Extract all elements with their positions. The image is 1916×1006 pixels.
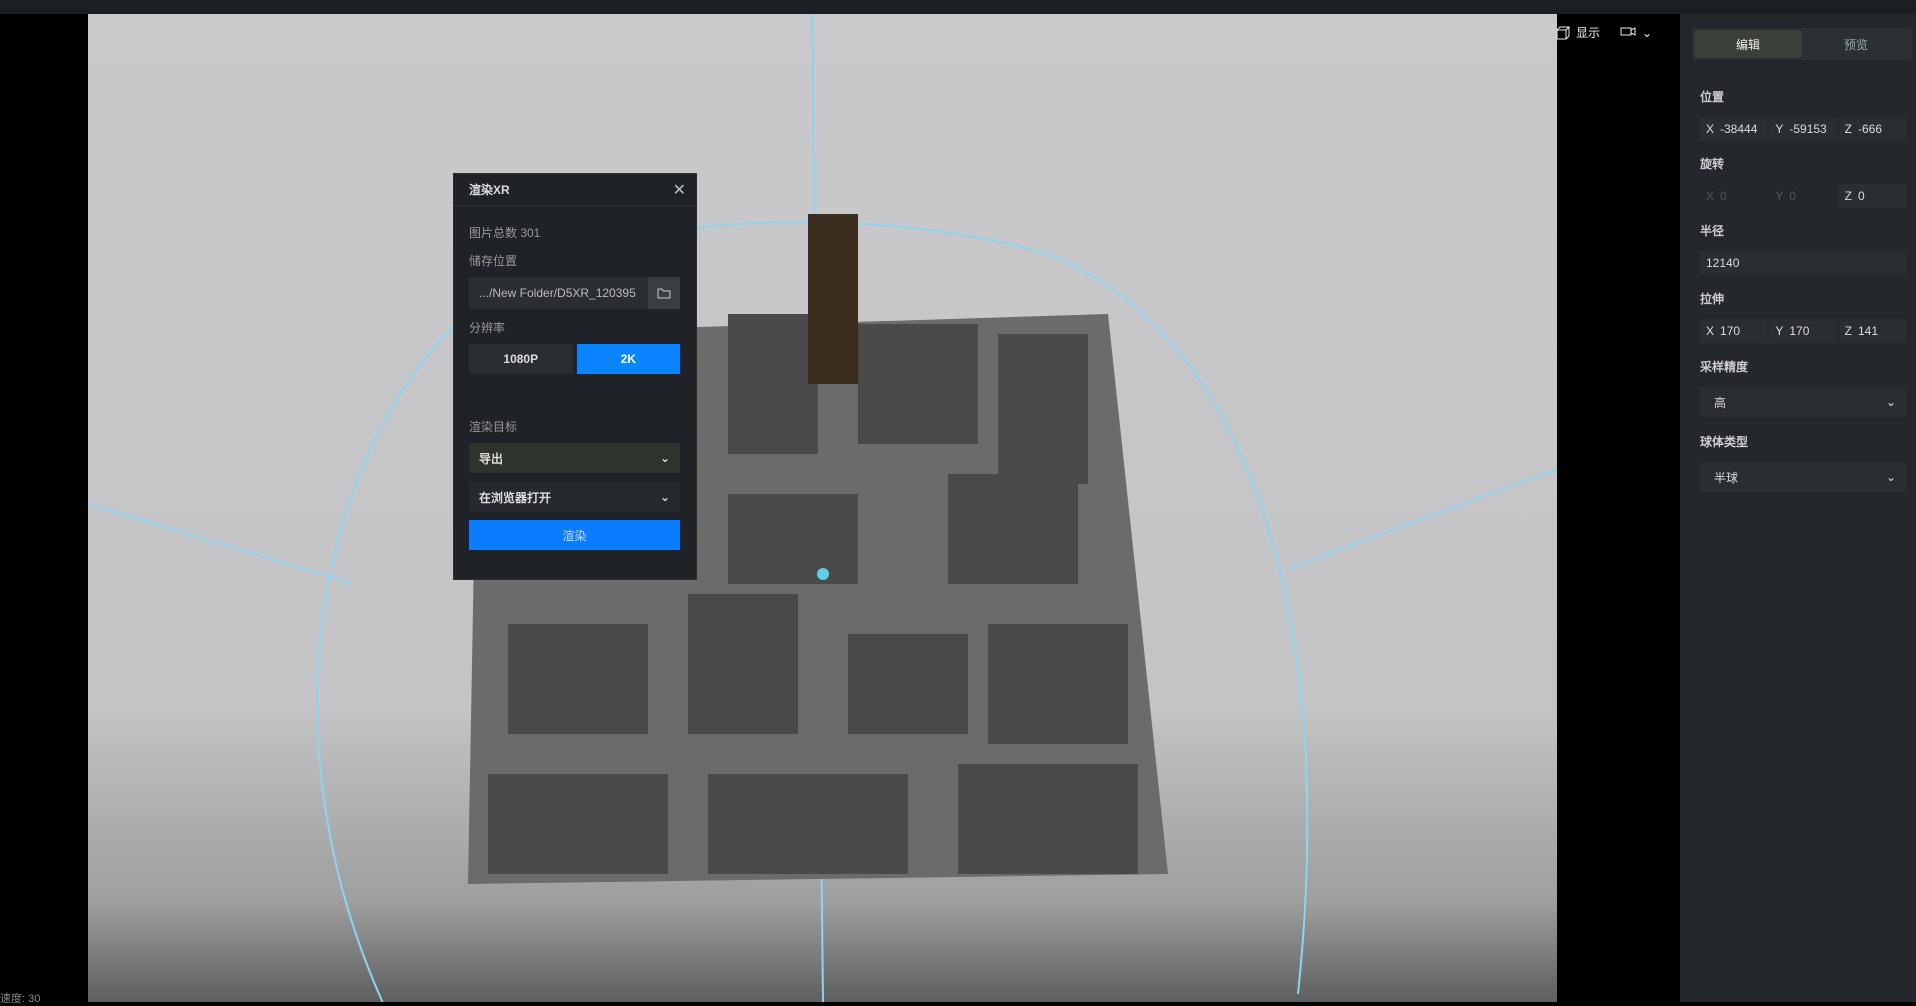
cube-icon [1556,26,1570,39]
stretch-y: 170 [1789,324,1810,338]
position-x-input[interactable]: X -38444 [1700,117,1768,141]
stretch-z: 141 [1858,324,1879,338]
axis-label: Y [1775,189,1784,203]
rotation-y: 0 [1789,189,1797,203]
stretch-x-input[interactable]: X 170 [1700,319,1768,343]
chevron-down-icon: ⌄ [1885,470,1896,484]
tab-edit[interactable]: 编辑 [1694,30,1802,58]
res-2k-button[interactable]: 2K [576,344,680,374]
render-target-select[interactable]: 导出 ⌄ [469,443,680,473]
sampling-select[interactable]: 高 ⌄ [1700,387,1906,417]
storage-label: 储存位置 [469,254,518,268]
speed-readout: 速度: 30 [0,993,41,1005]
axis-label: Z [1844,324,1852,338]
viewport-side-area [1557,14,1680,1002]
render-target-value: 导出 [479,451,504,466]
stretch-z-input[interactable]: Z 141 [1838,319,1906,343]
axis-label: Y [1775,324,1784,338]
axis-label: X [1706,122,1715,136]
axis-label: X [1706,189,1715,203]
rotation-label: 旋转 [1700,157,1725,171]
chevron-down-icon: ⌄ [659,490,670,504]
sphere-type-select[interactable]: 半球 ⌄ [1700,462,1906,492]
camera-icon [1620,26,1636,36]
rotation-z: 0 [1858,189,1865,203]
radius-input[interactable]: 12140 [1700,251,1906,275]
browse-folder-button[interactable] [648,277,680,309]
resolution-label: 分辨率 [469,321,506,335]
image-count: 图片总数 301 [469,226,541,240]
position-y: -59153 [1789,122,1827,136]
render-xr-dialog: 渲染XR ✕ 图片总数 301 储存位置 .../New Folder/D5XR… [453,173,697,580]
position-y-input[interactable]: Y -59153 [1769,117,1837,141]
storage-path: .../New Folder/D5XR_120395 [479,286,636,300]
open-mode-select[interactable]: 在浏览器打开 ⌄ [469,482,680,512]
properties-panel: 编辑 预览 位置 X -38444 Y -59153 Z -666 旋转 X0 Y0 … [1680,14,1916,1002]
chevron-down-icon: ⌄ [1885,395,1896,409]
display-toggle[interactable]: 显示 [1556,24,1600,41]
rotation-y-input: Y0 [1769,184,1836,208]
top-bar [0,0,1916,14]
rotation-z-input[interactable]: Z0 [1838,184,1906,208]
position-z-input[interactable]: Z -666 [1838,117,1906,141]
stretch-x: 170 [1720,324,1741,338]
chevron-down-icon: ⌄ [1642,25,1653,40]
position-x: -38444 [1720,122,1758,136]
chevron-down-icon: ⌄ [659,451,670,465]
axis-label: X [1706,324,1715,338]
folder-icon [657,288,671,299]
sphere-type-label: 球体类型 [1700,435,1749,449]
sampling-value: 高 [1714,395,1727,410]
target-label: 渲染目标 [469,420,518,434]
tab-preview[interactable]: 预览 [1802,30,1910,58]
axis-label: Z [1844,122,1852,136]
position-label: 位置 [1700,90,1725,104]
storage-path-field[interactable]: .../New Folder/D5XR_120395 [469,277,680,309]
rotation-x-input: X0 [1700,184,1767,208]
axis-label: Y [1775,122,1784,136]
stretch-y-input[interactable]: Y 170 [1769,319,1837,343]
sampling-label: 采样精度 [1700,360,1749,374]
radius-label: 半径 [1700,224,1725,238]
position-z: -666 [1858,122,1883,136]
sphere-type-value: 半球 [1714,470,1739,485]
render-button[interactable]: 渲染 [469,520,680,550]
dialog-title: 渲染XR [469,183,510,197]
rotation-x: 0 [1720,189,1727,203]
res-1080p-button[interactable]: 1080P [469,344,573,374]
close-icon[interactable]: ✕ [673,180,686,200]
stretch-label: 拉伸 [1700,292,1725,306]
scene-render [88,14,1557,1002]
open-mode-value: 在浏览器打开 [479,490,552,505]
display-label: 显示 [1576,26,1601,40]
axis-label: Z [1844,189,1852,203]
3d-viewport[interactable] [88,14,1557,1002]
camera-dropdown[interactable]: ⌄ [1620,26,1652,40]
